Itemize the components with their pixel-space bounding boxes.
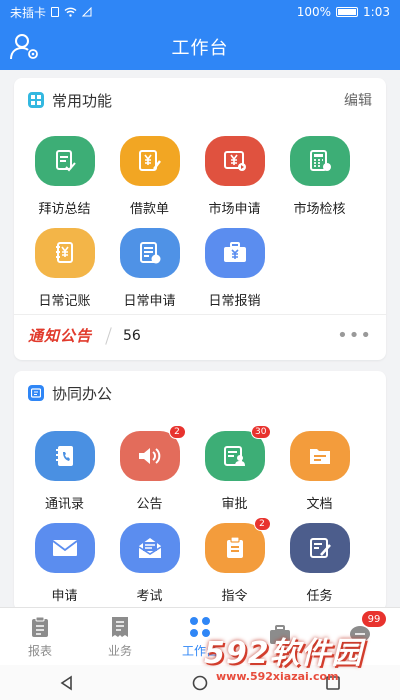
- tab-messages[interactable]: 99: [320, 608, 400, 665]
- collab-label: 通讯录: [44, 497, 84, 512]
- recents-icon[interactable]: [325, 675, 341, 691]
- task-edit-icon: [289, 523, 350, 573]
- more-icon[interactable]: •••: [337, 325, 372, 346]
- yuan-pen-icon: [119, 136, 180, 186]
- collab-announcement[interactable]: 2 公告: [107, 425, 192, 517]
- section-title: 协同办公: [52, 384, 113, 403]
- common-functions-header: 常用功能 编辑: [14, 78, 386, 122]
- tab-label: 报表: [27, 643, 52, 658]
- briefcase-yuan-icon: [204, 228, 265, 278]
- func-label: 市场申请: [208, 202, 261, 217]
- common-functions-card: 常用功能 编辑 拜访总结 借款单 市场申请 市场检核 日常记账 日常申请 日常报…: [14, 78, 386, 360]
- contacts-icon: [34, 431, 95, 481]
- signal-icon: [82, 7, 92, 17]
- yuan-play-icon: [204, 136, 265, 186]
- battery-icon: [336, 7, 359, 17]
- collab-contacts[interactable]: 通讯录: [22, 425, 107, 517]
- collab-label: 指令: [221, 589, 248, 604]
- receipt-icon: [112, 616, 128, 637]
- notice-brand: 通知公告: [28, 327, 93, 345]
- user-settings-icon[interactable]: [10, 33, 40, 61]
- home-icon[interactable]: [192, 675, 208, 691]
- func-label: 拜访总结: [38, 202, 91, 217]
- document-check-icon: [34, 136, 95, 186]
- collab-task[interactable]: 任务: [277, 517, 362, 609]
- envelope-icon: [34, 523, 95, 573]
- carrier-text: 未插卡: [10, 5, 47, 20]
- report-icon: [32, 616, 48, 637]
- sim-icon: [51, 7, 60, 17]
- func-label: 借款单: [129, 202, 169, 217]
- divider: [105, 326, 112, 345]
- collab-label: 公告: [136, 497, 163, 512]
- collab-label: 申请: [51, 589, 78, 604]
- battery-percent: 100%: [296, 5, 332, 19]
- func-loan-form[interactable]: 借款单: [107, 130, 192, 222]
- tab-business[interactable]: 业务: [80, 608, 160, 665]
- collab-label: 任务: [306, 589, 333, 604]
- approval-icon: 30: [204, 425, 271, 481]
- back-icon[interactable]: [59, 675, 75, 691]
- func-label: 日常报销: [208, 294, 261, 309]
- clipboard-icon: 2: [204, 517, 271, 573]
- func-label: 日常记账: [38, 294, 91, 309]
- tab-workbench[interactable]: 工作台: [160, 608, 240, 665]
- func-market-check[interactable]: 市场检核: [277, 130, 362, 222]
- collab-office-header: 协同办公: [14, 371, 386, 415]
- collab-approval[interactable]: 30 审批: [192, 425, 277, 517]
- apps-icon: [28, 92, 44, 108]
- edit-button[interactable]: 编辑: [344, 90, 372, 110]
- collab-instruction[interactable]: 2 指令: [192, 517, 277, 609]
- calculator-icon: [289, 136, 350, 186]
- func-daily-apply[interactable]: 日常申请: [107, 222, 192, 314]
- notice-bar[interactable]: 通知公告 56 •••: [14, 314, 386, 356]
- page-title: 工作台: [171, 38, 229, 59]
- collab-label: 文档: [306, 497, 333, 512]
- collab-office-card: 协同办公 通讯录 2 公告 30 审批 文档 申请 考试 2 指令 任务: [14, 371, 386, 611]
- badge-count: 2: [168, 425, 186, 439]
- status-bar: 未插卡 100% 1:03: [0, 0, 400, 24]
- func-visit-summary[interactable]: 拜访总结: [22, 130, 107, 222]
- section-title: 常用功能: [52, 91, 113, 110]
- collab-document[interactable]: 文档: [277, 425, 362, 517]
- notice-count: 56: [123, 327, 141, 344]
- collab-exam[interactable]: 考试: [107, 517, 192, 609]
- collab-apply[interactable]: 申请: [22, 517, 107, 609]
- badge-count: 30: [251, 425, 271, 439]
- collab-icon: [28, 385, 44, 401]
- func-market-apply[interactable]: 市场申请: [192, 130, 277, 222]
- tab-label: 工作台: [181, 643, 218, 658]
- app-header: 工作台: [0, 24, 400, 70]
- wifi-icon: [64, 7, 77, 17]
- speaker-icon: 2: [119, 425, 186, 481]
- message-badge: 99: [362, 611, 386, 627]
- bottom-tab-bar: 报表 业务 工作台 99: [0, 607, 400, 665]
- func-label: 日常申请: [123, 294, 176, 309]
- func-label: 市场检核: [293, 202, 346, 217]
- collab-label: 审批: [221, 497, 248, 512]
- folder-icon: [289, 431, 350, 481]
- func-daily-reimburse[interactable]: 日常报销: [192, 222, 277, 314]
- ledger-icon: [34, 228, 95, 278]
- tab-briefcase[interactable]: [240, 608, 320, 665]
- func-daily-ledger[interactable]: 日常记账: [22, 222, 107, 314]
- briefcase-icon: [270, 625, 290, 644]
- system-nav-bar: [0, 665, 400, 700]
- badge-count: 2: [253, 517, 271, 531]
- tab-label: 业务: [107, 643, 132, 658]
- form-yuan-icon: [119, 228, 180, 278]
- grid-icon: [190, 616, 210, 637]
- open-envelope-icon: [119, 523, 180, 573]
- collab-label: 考试: [136, 589, 163, 604]
- tab-report[interactable]: 报表: [0, 608, 80, 665]
- clock: 1:03: [363, 5, 390, 19]
